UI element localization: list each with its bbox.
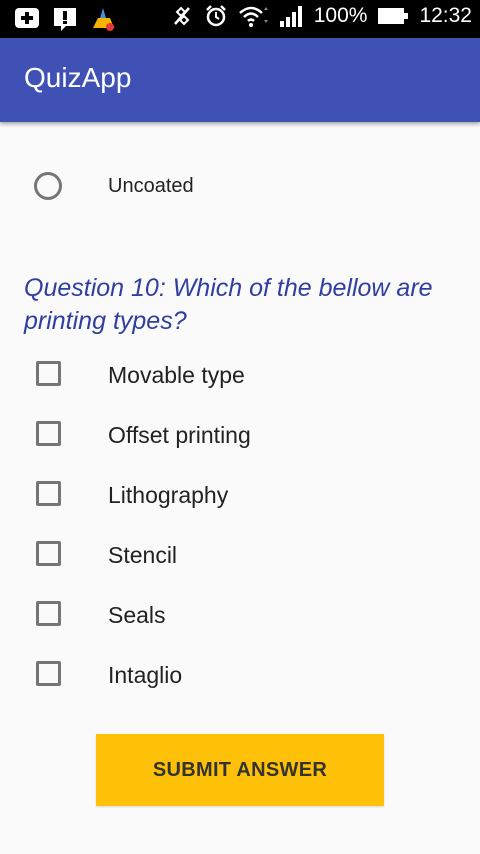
checkbox-option-lithography[interactable]: Lithography	[0, 464, 480, 524]
checkbox-option-intaglio[interactable]: Intaglio	[0, 644, 480, 704]
cleaner-app-icon	[90, 6, 116, 32]
checkbox-option-offset-printing[interactable]: Offset printing	[0, 404, 480, 464]
quiz-content[interactable]: Uncoated Question 10: Which of the bello…	[0, 122, 480, 854]
checkbox-option-seals[interactable]: Seals	[0, 584, 480, 644]
signal-icon	[278, 4, 304, 28]
battery-icon	[377, 5, 409, 27]
radio-button[interactable]	[34, 172, 62, 200]
checkbox-label: Intaglio	[108, 662, 183, 688]
app-title: QuizApp	[24, 62, 132, 93]
question-10-text: Question 10: Which of the bellow are pri…	[24, 274, 433, 335]
app-bar: QuizApp	[0, 38, 480, 122]
status-left-icons	[14, 6, 116, 32]
checkbox[interactable]	[36, 541, 61, 566]
wifi-icon	[238, 4, 268, 28]
checkbox-option-movable-type[interactable]: Movable type	[0, 344, 480, 404]
clock: 12:32	[419, 4, 472, 27]
status-bar: 100% 12:32	[0, 0, 480, 38]
battery-percent: 100%	[313, 4, 368, 27]
checkbox-label: Seals	[108, 602, 166, 628]
checkbox[interactable]	[36, 421, 61, 446]
submit-answer-button[interactable]: SUBMIT ANSWER	[96, 734, 384, 806]
vibrate-icon	[170, 4, 194, 28]
checkbox-label: Lithography	[108, 482, 229, 508]
alert-icon	[52, 6, 78, 32]
checkbox[interactable]	[36, 361, 61, 386]
question-10-options: Movable type Offset printing Lithography…	[0, 344, 480, 704]
status-right-icons: 100% 12:32	[170, 4, 472, 28]
radio-option-label: Uncoated	[108, 175, 194, 197]
checkbox-label: Stencil	[108, 542, 178, 568]
checkbox[interactable]	[36, 601, 61, 626]
add-notification-icon	[14, 7, 40, 31]
checkbox-label: Movable type	[108, 362, 245, 388]
checkbox-label: Offset printing	[108, 422, 251, 448]
radio-option-uncoated[interactable]: Uncoated	[0, 162, 480, 210]
checkbox[interactable]	[36, 481, 61, 506]
alarm-icon	[204, 4, 228, 28]
checkbox[interactable]	[36, 661, 61, 686]
checkbox-option-stencil[interactable]: Stencil	[0, 524, 480, 584]
